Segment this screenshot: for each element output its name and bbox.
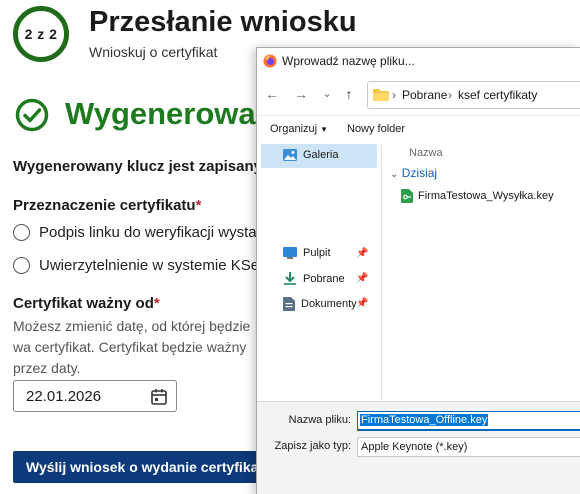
filename-label: Nazwa pliku: — [288, 414, 351, 426]
desktop-icon — [283, 247, 297, 259]
purpose-option-verification[interactable]: Podpis linku do weryfikacji wystawcy — [13, 224, 282, 241]
nav-item-label: Pulpit — [303, 247, 331, 259]
forward-arrow-icon[interactable]: → — [293, 86, 309, 102]
radio-button[interactable] — [13, 257, 30, 274]
radio-button[interactable] — [13, 224, 30, 241]
valid-from-label: Certyfikat ważny od* — [13, 295, 160, 312]
firefox-icon — [263, 54, 277, 68]
organize-menu[interactable]: Organizuj ▼ — [270, 123, 328, 135]
up-arrow-icon[interactable]: ↑ — [341, 86, 357, 102]
success-heading: Wygenerowan — [65, 96, 275, 131]
valid-from-label-text: Certyfikat ważny od — [13, 295, 154, 312]
calendar-icon[interactable] — [151, 388, 167, 405]
valid-from-date-input[interactable]: 22.01.2026 — [13, 380, 177, 412]
nav-item-label: Galeria — [303, 149, 339, 161]
required-mark: * — [153, 295, 160, 312]
chevron-down-icon[interactable]: ⌄ — [319, 86, 335, 102]
key-file-icon — [401, 189, 413, 203]
nav-item-documents[interactable]: Dokumenty — [283, 297, 357, 311]
file-item[interactable]: FirmaTestowa_Wysyłka.key — [401, 189, 554, 203]
check-circle-icon — [15, 98, 49, 132]
nav-item-desktop[interactable]: Pulpit — [283, 247, 331, 259]
chevron-right-icon: › — [448, 88, 452, 102]
filename-value: FirmaTestowa_Offline.key — [360, 414, 489, 426]
page-title: Przesłanie wniosku — [89, 6, 357, 38]
dialog-title: Wprowadź nazwę pliku... — [282, 54, 415, 68]
group-header-today[interactable]: ⌄ Dzisiaj — [390, 166, 437, 180]
file-list: Nazwa ⌄ Dzisiaj FirmaTestowa_Wysyłka.key — [382, 143, 580, 401]
column-header-name[interactable]: Nazwa — [409, 147, 443, 159]
documents-icon — [283, 297, 295, 311]
purpose-label: Przeznaczenie certyfikatu* — [13, 197, 201, 214]
address-bar[interactable]: › Pobrane › ksef certyfikaty — [367, 81, 580, 109]
purpose-option-label: Podpis linku do weryfikacji wystawcy — [39, 224, 283, 241]
step-indicator: 2 z 2 — [13, 6, 69, 62]
new-folder-button[interactable]: Nowy folder — [347, 123, 405, 135]
pin-icon[interactable]: 📌 — [356, 298, 368, 309]
chevron-down-icon: ⌄ — [390, 169, 399, 180]
filetype-select[interactable]: Apple Keynote (*.key) — [357, 437, 580, 457]
dialog-nav-row: ← → ⌄ ↑ › Pobrane › ksef certyfikaty — [257, 75, 580, 115]
gallery-icon — [283, 149, 297, 161]
dialog-bottom-area: Nazwa pliku: FirmaTestowa_Offline.key Za… — [257, 401, 580, 494]
pin-icon[interactable]: 📌 — [356, 248, 368, 259]
date-value: 22.01.2026 — [26, 387, 102, 405]
nav-item-label: Pobrane — [303, 272, 345, 285]
nav-item-label: Dokumenty — [301, 298, 357, 310]
dialog-toolbar: Organizuj ▼ Nowy folder — [257, 115, 580, 143]
organize-label: Organizuj — [270, 123, 318, 135]
step-indicator-text: 2 z 2 — [24, 26, 58, 42]
filename-input[interactable]: FirmaTestowa_Offline.key — [357, 411, 580, 431]
folder-icon — [373, 89, 389, 101]
filetype-label: Zapisz jako typ: — [274, 440, 351, 452]
purpose-option-label: Uwierzytelnienie w systemie KSeF — [39, 257, 269, 274]
pin-icon[interactable]: 📌 — [356, 273, 368, 284]
back-arrow-icon[interactable]: ← — [264, 86, 280, 102]
chevron-right-icon: › — [392, 88, 396, 102]
valid-from-help: Możesz zmienić datę, od której będzie wa… — [13, 318, 251, 376]
download-icon — [284, 272, 296, 285]
group-label: Dzisiaj — [401, 166, 438, 180]
navigation-pane: Galeria Pulpit 📌 Pobrane 📌 Dokumenty 📌 — [257, 143, 381, 401]
nav-item-gallery[interactable]: Galeria — [261, 144, 377, 168]
required-mark: * — [195, 197, 202, 214]
file-name: FirmaTestowa_Wysyłka.key — [418, 190, 554, 202]
nav-item-downloads[interactable]: Pobrane — [283, 272, 345, 285]
dialog-titlebar[interactable]: Wprowadź nazwę pliku... — [257, 48, 580, 75]
purpose-option-authentication[interactable]: Uwierzytelnienie w systemie KSeF — [13, 257, 268, 274]
breadcrumb-item[interactable]: Pobrane — [402, 88, 447, 102]
page-subtitle: Wnioskuj o certyfikat — [89, 44, 218, 60]
save-file-dialog: Wprowadź nazwę pliku... ← → ⌄ ↑ › Pobran… — [256, 47, 580, 494]
submit-request-button[interactable]: Wyślij wniosek o wydanie certyfika — [13, 451, 258, 483]
breadcrumb-item[interactable]: ksef certyfikaty — [458, 88, 537, 102]
purpose-label-text: Przeznaczenie certyfikatu — [13, 197, 196, 214]
dropdown-caret-icon: ▼ — [320, 125, 329, 134]
info-text: Wygenerowany klucz jest zapisany n — [13, 158, 276, 175]
